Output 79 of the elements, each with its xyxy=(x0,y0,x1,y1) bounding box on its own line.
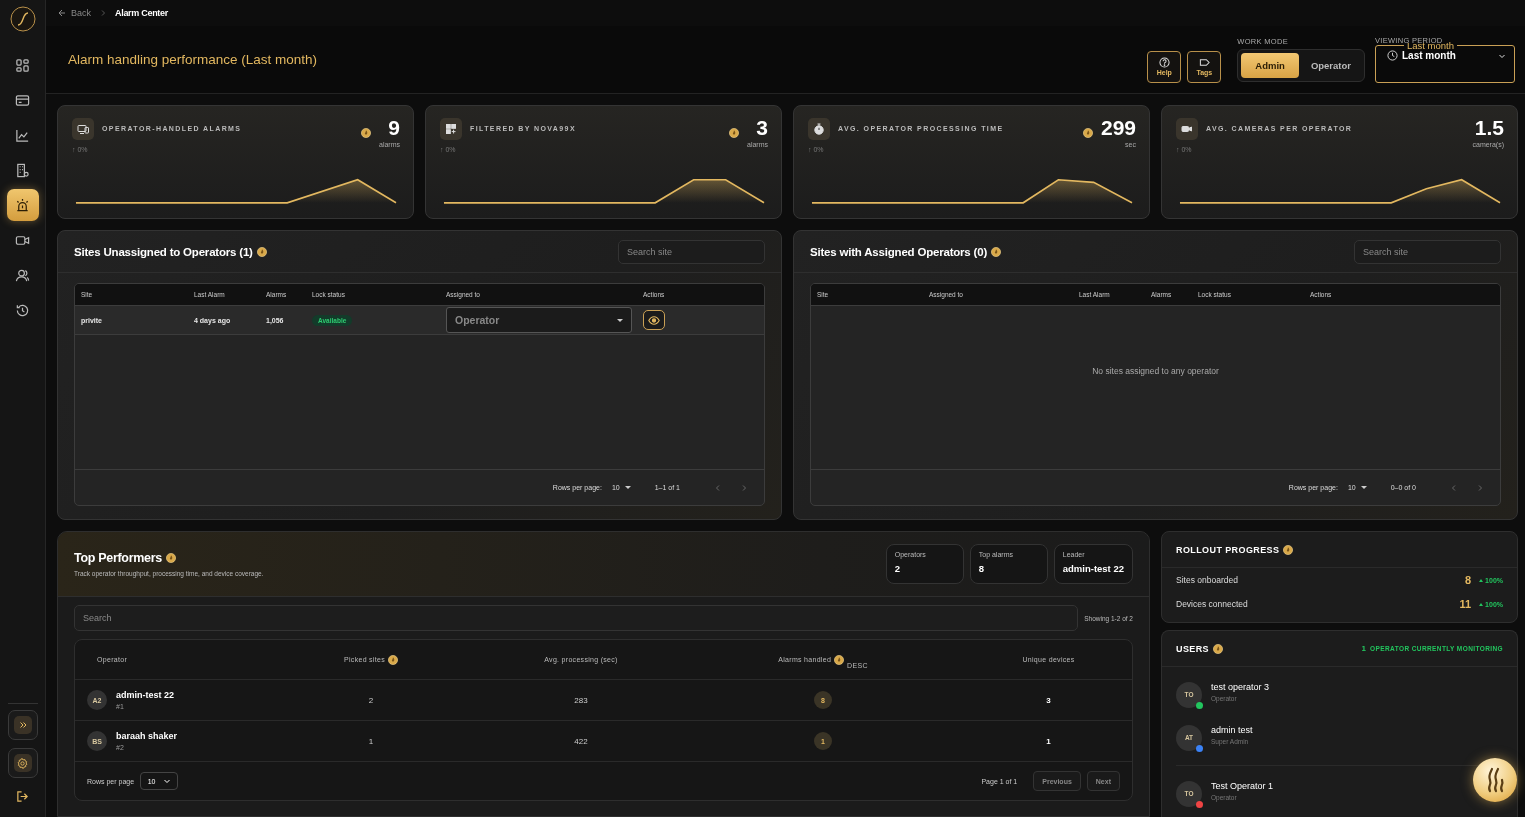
line-chart-icon xyxy=(15,127,30,143)
flame-coin-icon xyxy=(991,246,1001,257)
tag-icon xyxy=(1198,57,1210,68)
flame-coin-icon xyxy=(834,654,845,665)
breadcrumb-current: Alarm Center xyxy=(115,8,168,18)
operator-name: admin-test 22 xyxy=(116,690,175,700)
clock-icon xyxy=(1387,50,1398,61)
panel-title: Top Performers xyxy=(74,551,162,565)
chevron-left-icon xyxy=(1450,483,1458,492)
video-camera-icon xyxy=(1181,123,1193,135)
devices-icon xyxy=(77,123,89,135)
picked-sites-cell: 2 xyxy=(368,695,374,705)
history-icon xyxy=(15,302,30,318)
unique-devices-cell: 1 xyxy=(1046,736,1051,746)
operator-name: baraah shaker xyxy=(116,731,178,741)
logout-button[interactable] xyxy=(16,790,29,803)
caret-icon xyxy=(624,486,631,489)
stopwatch-icon xyxy=(813,123,825,135)
sidebar-item[interactable] xyxy=(6,189,39,221)
stat-value: admin-test 22 xyxy=(1062,563,1124,574)
back-link[interactable]: Back xyxy=(58,8,91,18)
search-field[interactable]: Search xyxy=(74,605,1079,631)
alarm-light-icon xyxy=(15,197,30,213)
avg-processing-cell: 422 xyxy=(574,736,588,746)
operator-select[interactable]: Operator xyxy=(446,307,632,333)
work-mode-option[interactable]: Operator xyxy=(1300,53,1361,78)
caret-icon xyxy=(1360,486,1367,489)
work-mode-option[interactable]: Admin xyxy=(1241,53,1299,78)
panel-title: Sites with Assigned Operators (0) xyxy=(810,245,987,258)
kpi-value: 9 xyxy=(388,118,400,138)
kpi-value: 299 xyxy=(1100,118,1136,138)
flame-coin-icon xyxy=(165,553,176,563)
flame-coin-icon xyxy=(387,654,398,665)
chevron-right-icon xyxy=(740,483,748,492)
flame-coin-icon xyxy=(256,246,267,257)
picked-sites-cell: 1 xyxy=(368,736,374,746)
credit-card-icon xyxy=(15,92,30,108)
settings-icon xyxy=(17,757,28,769)
user-name: test operator 3 xyxy=(1211,681,1270,692)
caret-icon xyxy=(617,318,623,322)
search-field[interactable]: Search site xyxy=(1354,239,1501,264)
chevron-right-icon xyxy=(1476,483,1484,492)
logout-icon xyxy=(16,790,29,803)
metric-value: 8 xyxy=(1464,574,1472,586)
triangle-up-icon xyxy=(1479,602,1484,606)
panel-title: ROLLOUT PROGRESS xyxy=(1176,544,1280,555)
metric-label: Sites onboarded xyxy=(1176,575,1239,585)
unique-devices-cell: 3 xyxy=(1046,695,1051,705)
kpi-value: 1.5 xyxy=(1474,118,1504,138)
user-icon xyxy=(15,267,30,283)
chevron-down-icon xyxy=(162,777,171,785)
panel-title: USERS xyxy=(1176,643,1209,654)
search-field[interactable]: Search site xyxy=(618,239,765,264)
user-name: admin test xyxy=(1211,724,1253,735)
view-button[interactable] xyxy=(643,310,665,330)
empty-message: No sites assigned to any operator xyxy=(1092,366,1219,378)
user-name: Test Operator 1 xyxy=(1211,780,1274,791)
chevron-left-icon xyxy=(714,483,722,492)
page-title: Alarm handling performance (Last month) xyxy=(68,52,319,67)
double-chevron-icon xyxy=(18,721,27,729)
settings-button[interactable] xyxy=(7,748,38,778)
panel-title: Sites Unassigned to Operators (1) xyxy=(74,245,253,258)
grid-plus-icon xyxy=(445,123,457,135)
stat-value: 8 xyxy=(978,563,986,574)
chevron-right-icon xyxy=(99,9,107,17)
metric-value: 11 xyxy=(1459,598,1472,610)
logo-icon xyxy=(9,6,36,32)
eye-icon xyxy=(648,315,660,325)
monitoring-count: 1 xyxy=(1361,644,1367,653)
avg-processing-cell: 283 xyxy=(574,695,588,705)
stat-value: 2 xyxy=(894,563,902,574)
triangle-up-icon xyxy=(1479,578,1484,582)
kpi-value: 3 xyxy=(756,118,768,138)
metric-label: Devices connected xyxy=(1176,599,1249,609)
flame-coin-icon xyxy=(1283,544,1294,555)
arrow-left-icon xyxy=(58,9,66,17)
dashboard-grid-icon xyxy=(15,57,30,73)
building-icon xyxy=(15,162,30,178)
help-icon xyxy=(1158,57,1170,68)
